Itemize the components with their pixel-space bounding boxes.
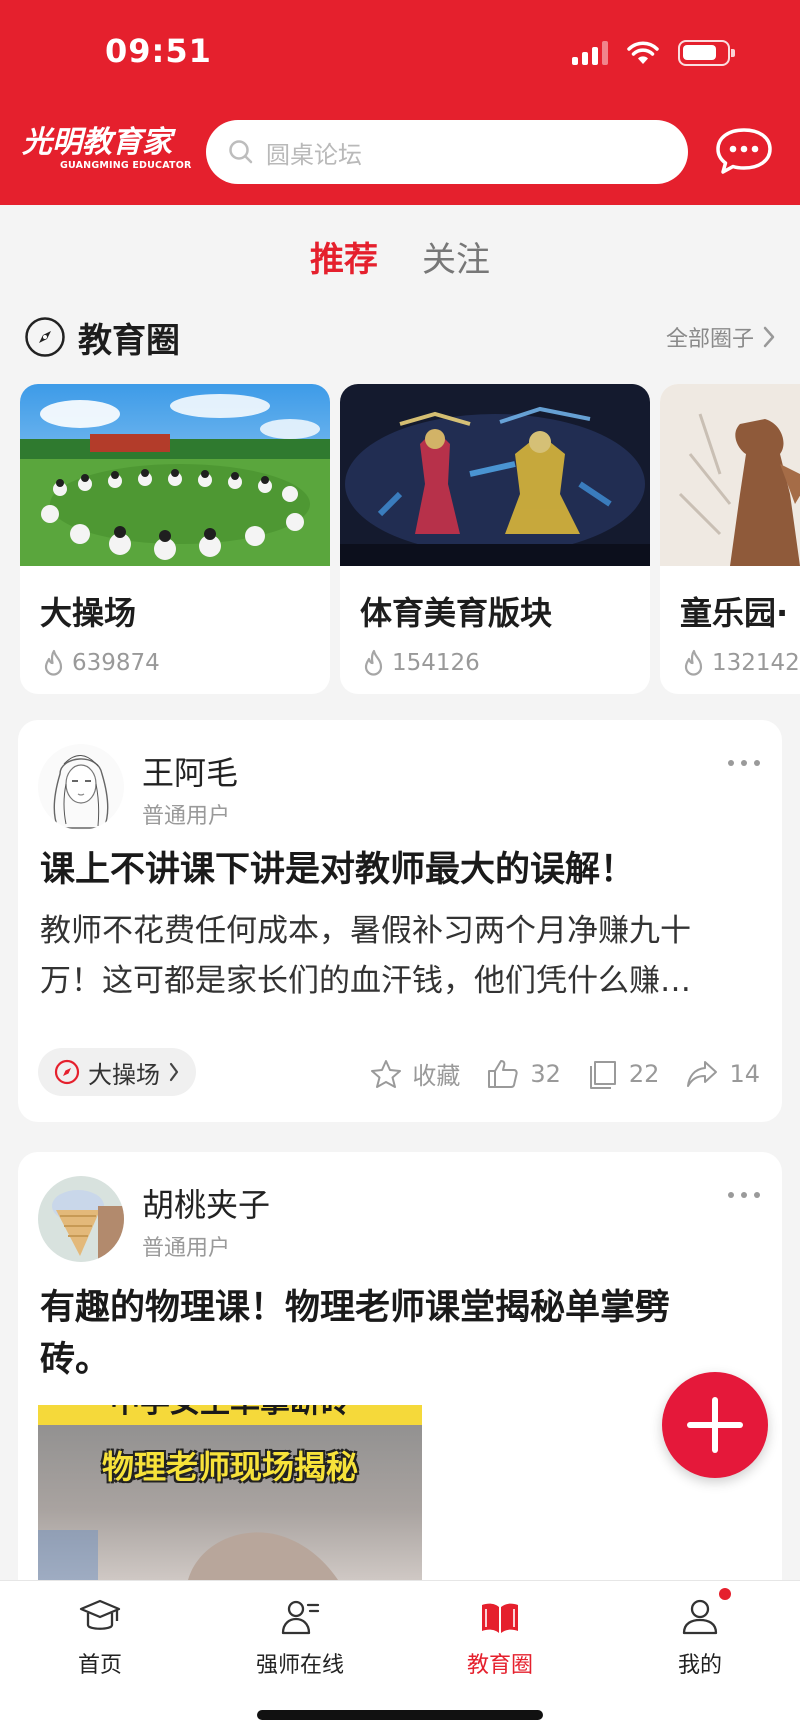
wifi-icon (627, 41, 659, 64)
comment-icon (589, 1060, 616, 1089)
like-button[interactable]: 32 (486, 1058, 561, 1090)
compass-icon (25, 317, 65, 357)
nav-teachers-online[interactable]: 强师在线 (200, 1595, 400, 1679)
user-icon (682, 1599, 718, 1635)
open-book-icon (482, 1603, 518, 1633)
flame-icon (684, 649, 703, 676)
logo-subtext: GUANGMING EDUCATOR (60, 160, 192, 171)
top-header: 09:51 光明教育家 GUANGMING EDUCATOR 圆桌论坛 (0, 0, 800, 205)
heat-count: 639874 (72, 650, 160, 676)
playground-image (20, 384, 330, 566)
app-logo[interactable]: 光明教育家 GUANGMING EDUCATOR (22, 124, 192, 184)
circle-heat: 154126 (360, 648, 650, 678)
star-icon (371, 1059, 402, 1088)
circle-card[interactable]: 大操场 639874 (20, 384, 330, 694)
video-thumbnail[interactable]: 中学女生单掌断砖 物理老师现场揭秘 (38, 1405, 422, 1580)
post-excerpt[interactable]: 教师不花费任何成本，暑假补习两个月净赚九十 万！这可都是家长们的血汗钱，他们凭什… (40, 906, 760, 1006)
post-card[interactable]: 王阿毛 普通用户 课上不讲课下讲是对教师最大的误解！ 教师不花费任何成本，暑假补… (18, 720, 782, 1122)
tab-recommend[interactable]: 推荐 (310, 232, 378, 281)
favorite-button[interactable]: 收藏 (370, 1056, 460, 1091)
home-indicator (257, 1710, 543, 1720)
nav-label: 我的 (677, 1653, 722, 1678)
thumbs-up-icon (488, 1059, 518, 1088)
notification-dot (719, 1588, 731, 1600)
nav-label: 强师在线 (255, 1653, 344, 1678)
heat-count: 154126 (392, 650, 480, 676)
nav-profile[interactable]: 我的 (600, 1595, 800, 1679)
nav-education-circle[interactable]: 教育圈 (400, 1595, 600, 1679)
logo-text: 光明教育家 (22, 125, 172, 160)
battery-icon (678, 40, 735, 66)
circle-card[interactable]: 童乐园· 132142 (660, 384, 800, 694)
video-caption-main: 物理老师现场揭秘 (101, 1448, 358, 1486)
create-post-button[interactable] (662, 1372, 768, 1478)
comment-count: 22 (628, 1059, 660, 1088)
circle-heat: 639874 (40, 648, 330, 678)
circle-card[interactable]: 体育美育版块 154126 (340, 384, 650, 694)
post-card[interactable]: 胡桃夹子 普通用户 有趣的物理课！物理老师课堂揭秘单掌劈 砖。 中学女生单掌断砖… (18, 1152, 782, 1612)
avatar[interactable] (38, 1176, 124, 1262)
post-actions: 收藏 32 22 14 (370, 1056, 760, 1091)
post-excerpt-line: 万！这可都是家长们的血汗钱，他们凭什么赚… (40, 963, 691, 999)
opera-performance-image (340, 384, 650, 566)
status-icons (572, 38, 735, 68)
circle-name: 大操场 (40, 594, 137, 632)
avatar[interactable] (38, 744, 124, 830)
post-title[interactable]: 课上不讲课下讲是对教师最大的误解！ (40, 844, 760, 896)
favorite-label: 收藏 (412, 1062, 461, 1090)
feed-tabs: 推荐 关注 (0, 232, 800, 281)
section-title: 教育圈 (78, 320, 180, 361)
nav-home[interactable]: 首页 (0, 1595, 200, 1679)
tab-follow[interactable]: 关注 (422, 232, 490, 281)
graduation-cap-icon (79, 1599, 121, 1630)
nav-label: 首页 (77, 1653, 122, 1678)
flame-icon (44, 649, 63, 676)
search-bar[interactable]: 圆桌论坛 (206, 120, 688, 184)
author-role: 普通用户 (142, 1236, 231, 1261)
circle-heat: 132142 (680, 648, 800, 678)
teacher-icon (281, 1600, 320, 1635)
flame-icon (364, 649, 383, 676)
more-options-icon[interactable] (728, 1192, 760, 1198)
like-count: 32 (530, 1059, 561, 1088)
chevron-right-icon (763, 326, 775, 348)
nav-label: 教育圈 (466, 1653, 533, 1678)
kids-circle-image (660, 384, 800, 566)
circle-cards-row: 大操场 639874 体育美育版块 154126 童乐园· 132142 (20, 384, 800, 694)
share-arrow-icon (687, 1060, 718, 1087)
author-role: 普通用户 (142, 804, 231, 829)
author-name[interactable]: 胡桃夹子 (142, 1180, 270, 1226)
circle-section-header: 教育圈 全部圈子 (24, 312, 776, 362)
cellular-signal-icon (572, 41, 608, 65)
more-options-icon[interactable] (728, 760, 760, 766)
share-button[interactable]: 14 (685, 1059, 760, 1089)
search-icon (229, 140, 253, 164)
post-title[interactable]: 有趣的物理课！物理老师课堂揭秘单掌劈 砖。 (40, 1282, 760, 1386)
heat-count: 132142 (712, 650, 800, 676)
all-circles-link[interactable]: 全部圈子 (666, 321, 776, 353)
author-name[interactable]: 王阿毛 (142, 748, 238, 794)
chevron-right-icon (169, 1062, 179, 1082)
circle-name: 体育美育版块 (360, 594, 553, 632)
video-caption-top: 中学女生单掌断砖 (38, 1405, 422, 1425)
post-title-line: 砖。 (40, 1340, 111, 1380)
post-title-line: 有趣的物理课！物理老师课堂揭秘单掌劈 (40, 1288, 671, 1328)
message-bubble-icon[interactable] (714, 126, 774, 176)
all-circles-label: 全部圈子 (665, 327, 754, 352)
search-placeholder: 圆桌论坛 (266, 140, 362, 169)
circle-tag[interactable]: 大操场 (38, 1048, 196, 1096)
circle-name: 童乐园· (680, 594, 789, 632)
circle-tag-label: 大操场 (88, 1060, 160, 1089)
status-time: 09:51 (105, 32, 212, 70)
compass-icon (54, 1059, 80, 1085)
comment-button[interactable]: 22 (587, 1058, 660, 1090)
post-excerpt-line: 教师不花费任何成本，暑假补习两个月净赚九十 (40, 913, 691, 949)
share-count: 14 (729, 1059, 760, 1088)
